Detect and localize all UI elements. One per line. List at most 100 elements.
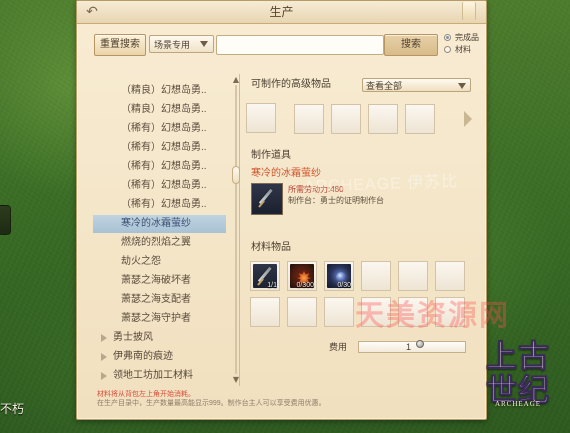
available-item-slot[interactable] xyxy=(405,104,435,134)
production-window: ↶ 生产 重置搜索 场景专用 搜索 完成品 材料 （精良）幻想岛勇.. （精良）… xyxy=(76,0,487,420)
recipe-item-label: （稀有）幻想岛勇.. xyxy=(121,142,207,153)
expand-arrow-icon xyxy=(101,334,107,342)
coin-icon xyxy=(416,340,424,348)
footer-line-1: 材料将从背包左上角开始消耗。 xyxy=(97,391,195,398)
recipe-list-item[interactable]: 萧瑟之海支配者 xyxy=(93,291,226,309)
recipe-list-panel: （精良）幻想岛勇.. （精良）幻想岛勇.. （稀有）幻想岛勇.. （稀有）幻想岛勇..… xyxy=(93,74,240,386)
fee-row: 费用 1 xyxy=(320,338,470,356)
window-titlebar: ↶ 生产 xyxy=(77,1,486,24)
chevron-down-icon xyxy=(200,41,208,47)
crafting-station: 制作台：勇士的证明制作台 xyxy=(288,196,384,205)
corner-watermark: 天美资源网 xyxy=(355,300,511,332)
available-item-slot[interactable] xyxy=(246,103,276,133)
available-items-carousel xyxy=(246,103,472,135)
recipe-item-label: 萧瑟之海支配者 xyxy=(121,294,191,305)
material-slot[interactable] xyxy=(324,297,354,327)
recipe-item-label: 勇士披风 xyxy=(113,332,153,343)
recipe-item-label: 领地工坊加工材料 xyxy=(113,370,193,381)
chevron-down-icon xyxy=(458,83,466,89)
crafting-tool-title: 制作道具 xyxy=(251,150,291,161)
bottom-left-text: 不朽 xyxy=(0,402,25,416)
expand-arrow-icon xyxy=(101,353,107,361)
recipe-scrollbar[interactable]: ▲ ▼ xyxy=(232,74,240,386)
radio-finished-products[interactable]: 完成品 xyxy=(444,32,484,44)
tool-slot[interactable] xyxy=(251,183,283,215)
recipe-list-item[interactable]: 劫火之怨 xyxy=(93,253,226,271)
available-items-title: 可制作的高级物品 xyxy=(251,79,331,90)
material-slot[interactable] xyxy=(398,261,428,291)
left-frame-piece xyxy=(0,205,11,235)
search-button[interactable]: 搜索 xyxy=(384,34,438,56)
available-item-slot[interactable] xyxy=(294,104,324,134)
recipe-item-label: 萧瑟之海破坏者 xyxy=(121,275,191,286)
recipe-list-item[interactable]: 燃烧的烈焰之翼 xyxy=(93,234,226,252)
reset-search-button[interactable]: 重置搜索 xyxy=(94,34,146,56)
footer-note: 材料将从背包左上角开始消耗。 在生产目录中，生产数量最高能显示999。制作台主人… xyxy=(97,390,467,408)
scroll-thumb[interactable] xyxy=(232,166,240,184)
recipe-item-label: 燃烧的烈焰之翼 xyxy=(121,237,191,248)
game-logo: 上古世纪 ARCHEAGE xyxy=(473,334,563,428)
recipe-item-label: （稀有）幻想岛勇.. xyxy=(121,123,207,134)
recipe-item-label: （稀有）幻想岛勇.. xyxy=(121,161,207,172)
logo-subtext: ARCHEAGE xyxy=(494,400,542,408)
recipe-list-item[interactable]: 萧瑟之海破坏者 xyxy=(93,272,226,290)
view-filter-select[interactable]: 查看全部 xyxy=(362,78,471,92)
available-item-slot[interactable] xyxy=(368,104,398,134)
recipe-list-item[interactable]: （精良）幻想岛勇.. xyxy=(93,101,226,119)
recipe-list-item[interactable]: （稀有）幻想岛勇.. xyxy=(93,158,226,176)
back-icon[interactable]: ↶ xyxy=(83,4,101,18)
material-slot[interactable]: 0/30 xyxy=(324,261,354,291)
material-slot[interactable] xyxy=(250,297,280,327)
recipe-item-label: （稀有）幻想岛勇.. xyxy=(121,199,207,210)
material-count: 0/300 xyxy=(296,282,314,289)
radio-materials-label: 材料 xyxy=(455,45,471,54)
material-slot[interactable] xyxy=(435,261,465,291)
recipe-item-label: 萧瑟之海守护者 xyxy=(121,313,191,324)
scroll-up-icon[interactable]: ▲ xyxy=(232,76,240,84)
radio-unselected-icon xyxy=(444,46,451,53)
scene-filter-select[interactable]: 场景专用 xyxy=(149,35,214,53)
recipe-group-item[interactable]: 勇士披风 xyxy=(93,329,226,347)
fee-box xyxy=(358,341,466,353)
recipe-list-item[interactable]: （精良）幻想岛勇.. xyxy=(93,82,226,100)
recipe-list-item[interactable]: （稀有）幻想岛勇.. xyxy=(93,177,226,195)
material-slot[interactable]: 0/300 xyxy=(287,261,317,291)
material-slot[interactable] xyxy=(361,261,391,291)
recipe-group-item[interactable]: 领地工坊加工材料 xyxy=(93,367,226,385)
materials-title: 材料物品 xyxy=(251,242,291,253)
recipe-list-item[interactable]: 萧瑟之海守护者 xyxy=(93,310,226,328)
recipe-list-item[interactable]: （稀有）幻想岛勇.. xyxy=(93,120,226,138)
recipe-list-item[interactable]: 寒冷的冰霜萤纱 xyxy=(93,215,226,233)
fee-label: 费用 xyxy=(329,342,348,352)
scene-filter-label: 场景专用 xyxy=(154,40,191,50)
search-input[interactable] xyxy=(216,35,384,55)
material-count: 1/1 xyxy=(267,282,277,289)
recipe-list-item[interactable]: （稀有）幻想岛勇.. xyxy=(93,139,226,157)
game-scene: 不朽 ↶ 生产 重置搜索 场景专用 搜索 完成品 材料 （精良）幻想岛勇.. （… xyxy=(0,0,570,433)
recipe-item-label: （精良）幻想岛勇.. xyxy=(121,85,207,96)
window-title: 生产 xyxy=(269,5,294,19)
recipe-item-label: 劫火之怨 xyxy=(121,256,161,267)
recipe-group-item[interactable]: 伊弗南的痕迹 xyxy=(93,348,226,366)
logo-main-text: 上古世纪 xyxy=(486,339,550,408)
radio-materials[interactable]: 材料 xyxy=(444,44,484,56)
material-slot[interactable] xyxy=(287,297,317,327)
close-button[interactable] xyxy=(462,2,476,20)
recipe-list: （精良）幻想岛勇.. （精良）幻想岛勇.. （稀有）幻想岛勇.. （稀有）幻想岛勇..… xyxy=(93,74,226,386)
recipe-item-label: 伊弗南的痕迹 xyxy=(113,351,173,362)
radio-finished-label: 完成品 xyxy=(455,33,479,42)
recipe-item-label: （稀有）幻想岛勇.. xyxy=(121,180,207,191)
scroll-track[interactable] xyxy=(235,85,237,374)
material-count: 0/30 xyxy=(337,282,351,289)
material-slot[interactable]: 1/1 xyxy=(250,261,280,291)
recipe-item-label: 寒冷的冰霜萤纱 xyxy=(121,218,191,229)
carousel-right-arrow[interactable] xyxy=(464,111,472,127)
footer-line-2: 在生产目录中，生产数量最高能显示999。制作台主人可以享受费用优惠。 xyxy=(97,400,326,407)
filter-row: 重置搜索 场景专用 搜索 完成品 材料 xyxy=(94,33,479,56)
recipe-list-item[interactable]: （稀有）幻想岛勇.. xyxy=(93,196,226,214)
sword-icon xyxy=(254,186,280,212)
fee-value: 1 xyxy=(406,342,412,352)
available-item-slot[interactable] xyxy=(331,104,361,134)
recipe-item-label: （精良）幻想岛勇.. xyxy=(121,104,207,115)
scroll-down-icon[interactable]: ▼ xyxy=(232,376,240,384)
